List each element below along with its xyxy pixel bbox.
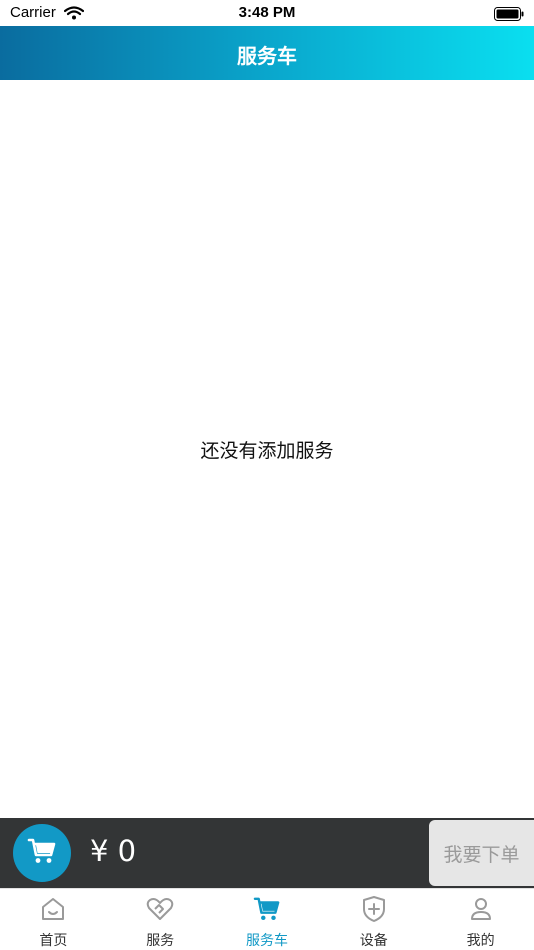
place-order-button[interactable]: 我要下单 — [429, 820, 534, 886]
shield-plus-icon — [320, 895, 427, 923]
tab-cart-label: 服务车 — [245, 933, 288, 949]
tab-profile-label: 我的 — [466, 933, 495, 949]
person-icon — [427, 895, 534, 923]
empty-cart-message: 还没有添加服务 — [200, 440, 334, 462]
cart-summary-button[interactable] — [13, 824, 71, 882]
status-bar: Carrier 3:48 PM — [0, 0, 534, 26]
tab-profile[interactable]: 我的 — [427, 889, 534, 950]
tab-device-label: 设备 — [359, 933, 388, 949]
tab-service[interactable]: 服务 — [107, 889, 214, 950]
heart-service-icon — [107, 895, 214, 923]
total-price: ¥ 0 — [90, 834, 137, 868]
battery-icon — [494, 6, 524, 25]
tab-device[interactable]: 设备 — [320, 889, 427, 950]
tab-home[interactable]: 首页 — [0, 889, 107, 950]
app-header: 服务车 — [0, 26, 534, 80]
tab-cart[interactable]: 服务车 — [214, 889, 321, 950]
tab-home-label: 首页 — [39, 933, 68, 949]
home-icon — [0, 895, 107, 923]
page-title: 服务车 — [237, 44, 297, 68]
cart-content: 还没有添加服务 — [0, 80, 534, 818]
cart-icon — [214, 895, 321, 923]
tab-service-label: 服务 — [146, 933, 175, 949]
tab-bar: 首页 服务 服务车 设备 我的 — [0, 888, 534, 950]
clock: 3:48 PM — [238, 4, 296, 21]
checkout-bar: ¥ 0 我要下单 — [0, 818, 534, 888]
cart-icon — [27, 837, 57, 869]
